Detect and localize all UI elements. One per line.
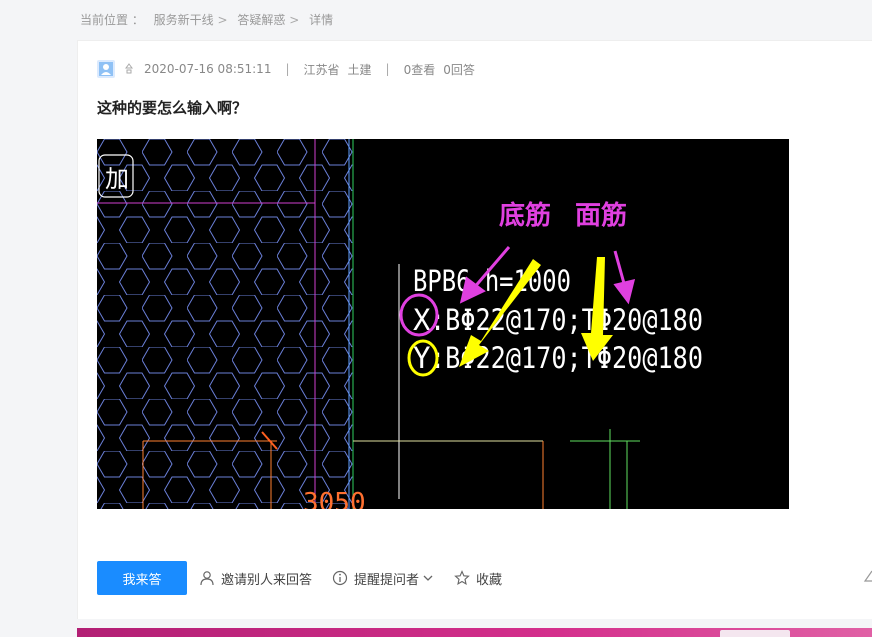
cad-line-2: :BΦ22@170;TΦ20@180 (430, 303, 703, 337)
stamp-text: 加 (105, 165, 129, 193)
breadcrumb-link-service[interactable]: 服务新干线 (154, 13, 214, 27)
post-category: 土建 (347, 62, 372, 77)
user-avatar-icon (99, 62, 113, 76)
invite-label: 邀请别人来回答 (221, 572, 313, 588)
favorite-label: 收藏 (476, 572, 503, 588)
breadcrumb-current: 详情 (309, 13, 334, 27)
question-title: 这种的要怎么输入啊？ (97, 99, 248, 117)
action-bar: 我来答 邀请别人来回答 提醒提问者 收藏 (97, 561, 502, 595)
invite-button[interactable]: 邀请别人来回答 (199, 569, 312, 588)
star-icon (454, 570, 470, 586)
answer-button[interactable]: 我来答 (97, 561, 187, 595)
answer-count: 0回答 (443, 62, 475, 77)
post-province: 江苏省 (303, 62, 340, 77)
remind-label: 提醒提问者 (354, 572, 420, 588)
question-card: 2020-07-16 08:51:11 | 江苏省 土建 | 0查看 0回答 这… (77, 40, 872, 619)
breadcrumb-link-qa[interactable]: 答疑解惑 (237, 13, 285, 27)
like-icon[interactable] (863, 569, 872, 583)
favorite-button[interactable]: 收藏 (454, 569, 502, 588)
info-icon (332, 570, 348, 586)
dimension-text: 3050 (303, 488, 366, 509)
cad-drawing: 加 3050 底筋 面筋 BPB6 h=1000 X :BΦ22@170;TΦ2… (97, 139, 703, 509)
breadcrumb-separator: > (217, 13, 228, 27)
meta-divider: | (385, 62, 390, 76)
promo-banner-tab (720, 630, 790, 637)
breadcrumb: 当前位置 ： 服务新干线 > 答疑解惑 > 详情 (80, 11, 339, 28)
level-badge-icon (125, 63, 133, 74)
view-count: 0查看 (403, 62, 436, 77)
label-top-rebar: 面筋 (575, 200, 627, 231)
question-image[interactable]: 加 3050 底筋 面筋 BPB6 h=1000 X :BΦ22@170;TΦ2… (97, 139, 789, 509)
remind-button[interactable]: 提醒提问者 (332, 569, 434, 588)
meta-divider: | (285, 62, 290, 76)
cad-line-3-prefix: Y (413, 341, 430, 375)
chevron-down-icon (423, 575, 433, 581)
user-icon (200, 571, 214, 586)
label-bottom-rebar: 底筋 (499, 200, 551, 231)
breadcrumb-label: 当前位置 ： (80, 13, 144, 27)
avatar[interactable] (97, 60, 115, 78)
question-meta: 2020-07-16 08:51:11 | 江苏省 土建 | 0查看 0回答 (97, 60, 475, 78)
breadcrumb-separator: > (289, 13, 300, 27)
post-timestamp: 2020-07-16 08:51:11 (144, 62, 272, 76)
